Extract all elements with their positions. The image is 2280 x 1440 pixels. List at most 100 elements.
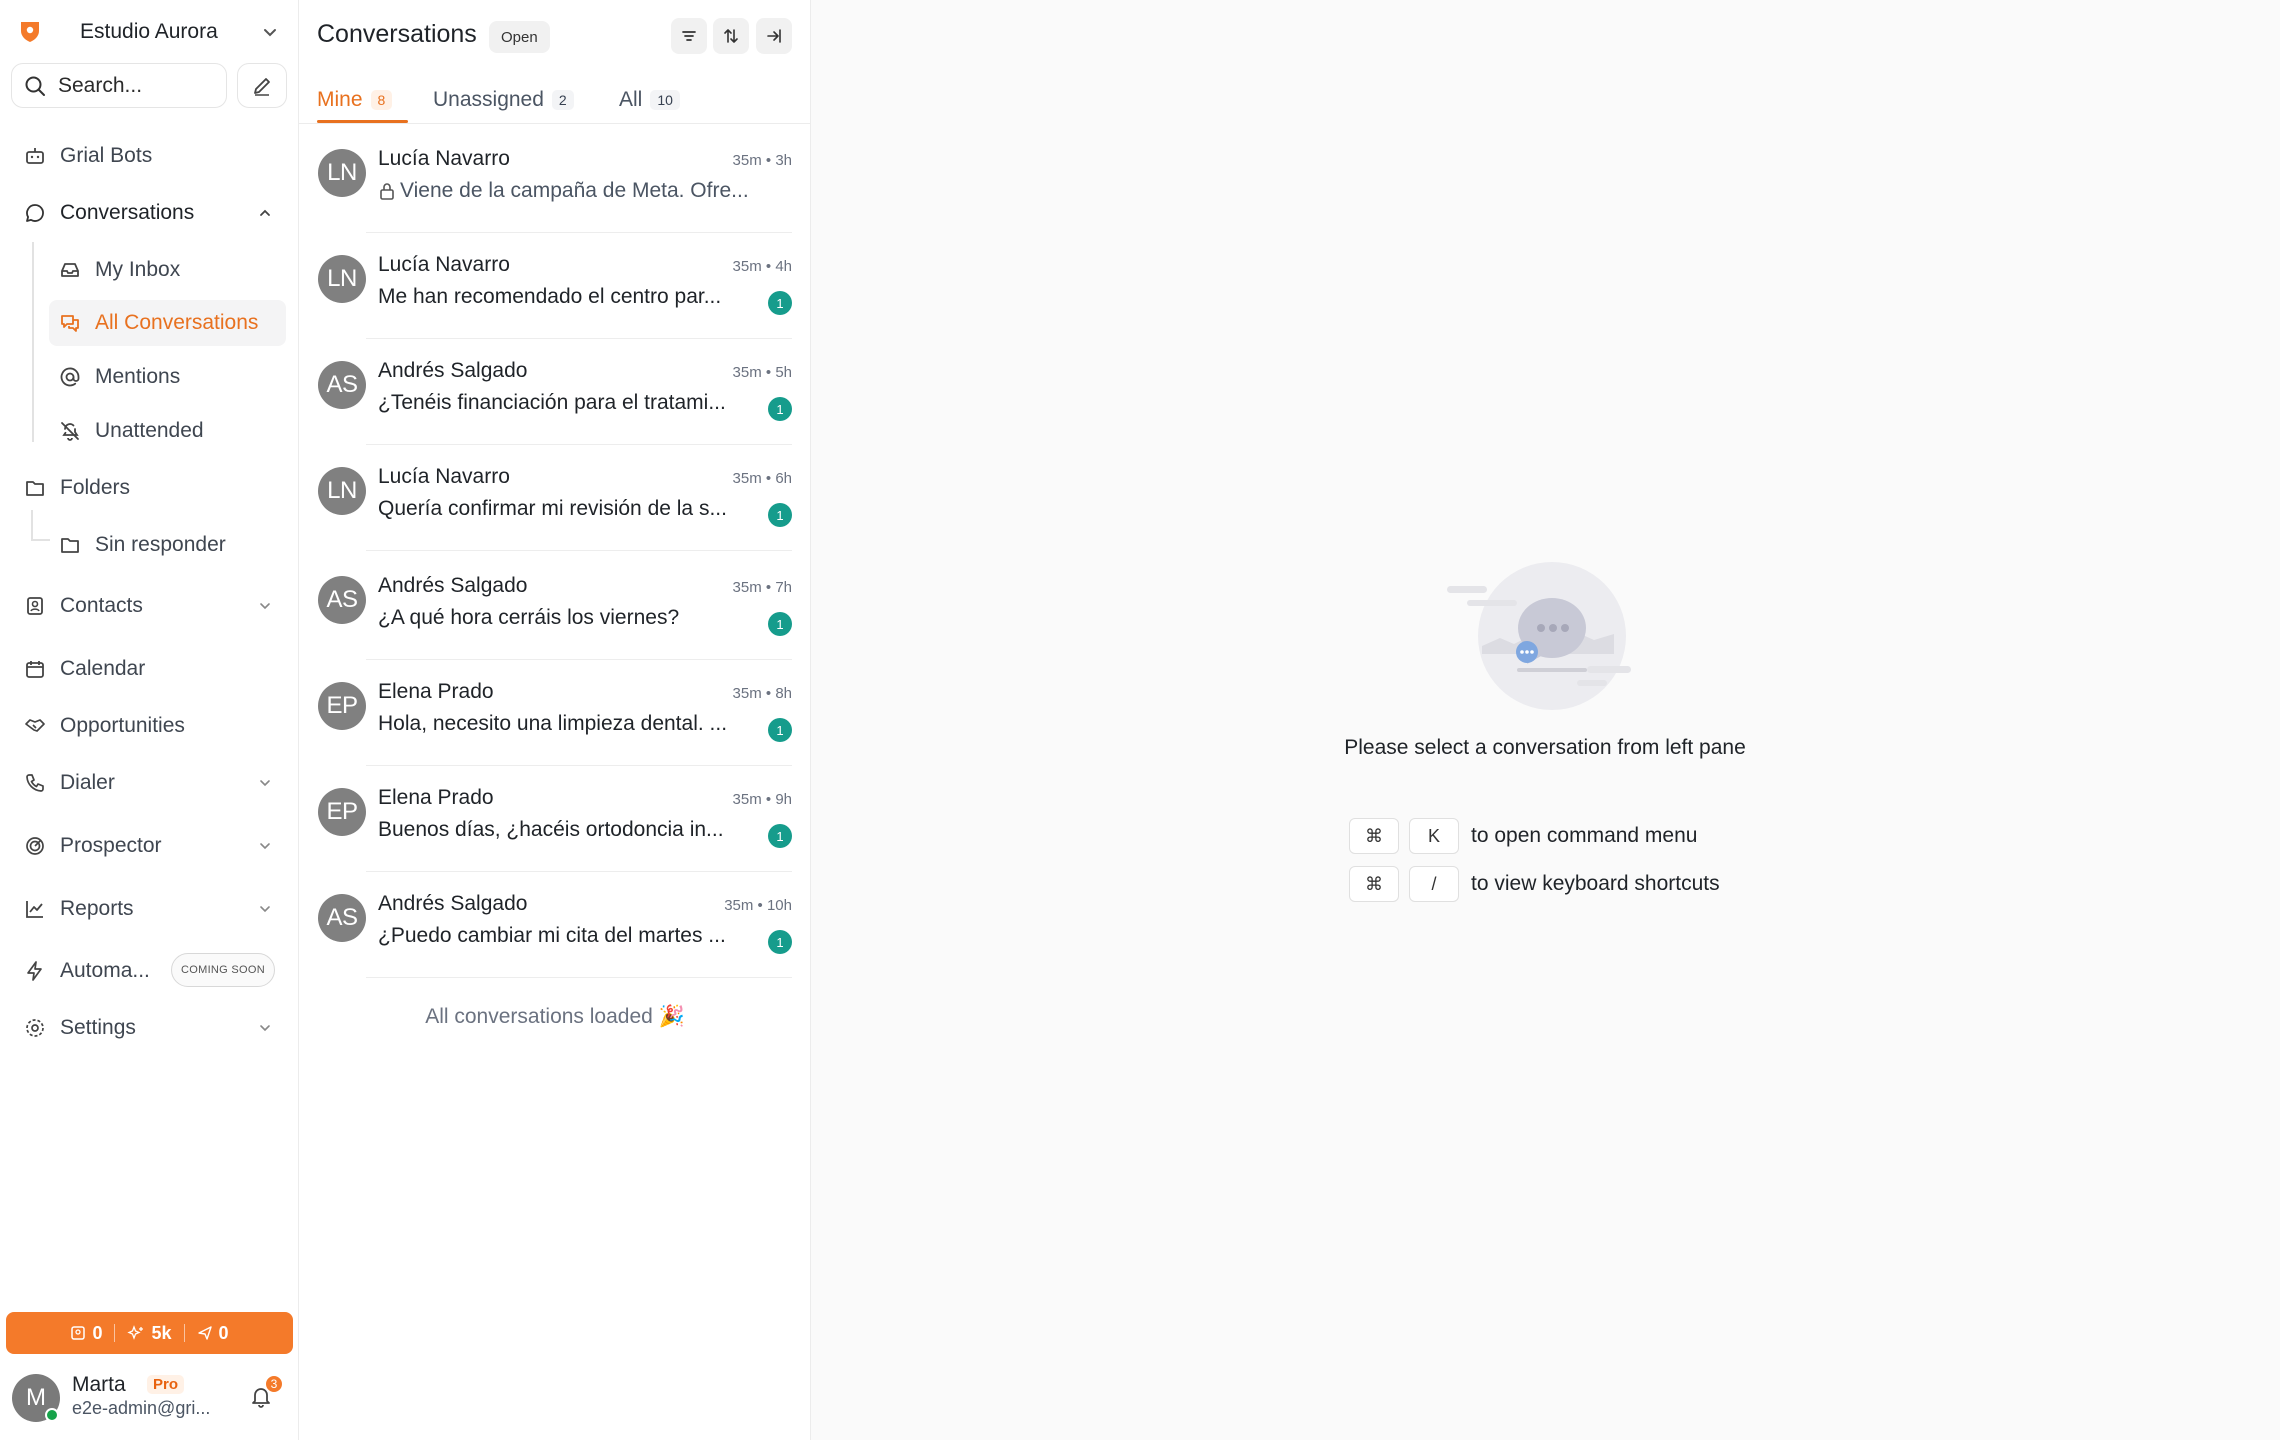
conversation-preview: Buenos días, ¿hacéis ortodoncia in... [378, 818, 724, 841]
workspace-switcher[interactable]: Estudio Aurora [18, 14, 286, 50]
tab-label: Mine [317, 88, 363, 111]
tab-mine[interactable]: Mine 8 [317, 80, 393, 120]
nav-calendar[interactable]: Calendar [22, 649, 145, 689]
conversation-row[interactable]: AS Andrés Salgado 35m • 7h ¿A qué hora cerr… [299, 554, 811, 660]
nav-conversations[interactable]: Conversations [22, 193, 194, 233]
nav-label: Grial Bots [60, 144, 153, 167]
conversation-time: 35m • 7h [732, 579, 792, 596]
unread-count-badge: 1 [768, 612, 792, 636]
conversation-preview: Hola, necesito una limpieza dental. ... [378, 712, 728, 735]
chevron-down-icon[interactable] [256, 1019, 274, 1037]
contact-name: Andrés Salgado [378, 892, 528, 915]
nav-reports[interactable]: Reports [22, 889, 134, 929]
conversation-row[interactable]: LN Lucía Navarro 35m • 6h Quería confirmar … [299, 445, 811, 551]
nav-contacts[interactable]: Contacts [22, 586, 143, 626]
chevron-down-icon[interactable] [256, 774, 274, 792]
tab-all[interactable]: All 10 [619, 80, 680, 120]
phone-icon [22, 770, 48, 796]
nav-label: Dialer [60, 771, 115, 794]
tree-line [32, 242, 34, 442]
conversation-list-panel: Conversations Open Mine 8 Unassigned 2 A… [299, 0, 811, 1440]
lightning-icon [22, 958, 48, 984]
shortcut-description: to open command menu [1471, 824, 1698, 847]
conversation-tabs: Mine 8 Unassigned 2 All 10 [299, 74, 811, 124]
chevron-up-icon[interactable] [256, 204, 274, 222]
plan-badge: Pro [147, 1375, 185, 1394]
nav-dialer[interactable]: Dialer [22, 763, 115, 803]
nav-label: Contacts [60, 594, 143, 617]
conversation-preview: ¿Tenéis financiación para el tratami... [378, 391, 726, 414]
nav-folders[interactable]: Folders [22, 468, 130, 508]
conversation-time: 35m • 4h [732, 258, 792, 275]
nav-automations[interactable]: Automa... [22, 951, 150, 991]
avatar: EP [318, 788, 366, 836]
empty-state-message: Please select a conversation from left p… [1344, 736, 1746, 759]
conversation-row[interactable]: LN Lucía Navarro 35m • 4h Me han recomendad… [299, 233, 811, 339]
contact-name: Andrés Salgado [378, 574, 528, 597]
conversation-row[interactable]: AS Andrés Salgado 35m • 10h ¿Puedo cambiar … [299, 872, 811, 978]
collapse-panel-button[interactable] [756, 18, 792, 54]
search-input[interactable]: Search... [11, 63, 227, 108]
conversation-time: 35m • 9h [732, 791, 792, 808]
lock-icon [380, 183, 394, 200]
nav-label: Unattended [95, 419, 204, 442]
conversation-row[interactable]: EP Elena Prado 35m • 8h Hola, necesito una … [299, 660, 811, 766]
nav-label: All Conversations [95, 311, 259, 334]
nav-folder-sin-responder[interactable]: Sin responder [57, 525, 226, 565]
bot-icon [22, 143, 48, 169]
user-profile[interactable]: M Marta Pro e2e-admin@gri... 3 [12, 1370, 292, 1426]
tab-unassigned[interactable]: Unassigned 2 [433, 80, 574, 120]
inbox-icon [57, 257, 83, 283]
unread-count-badge: 1 [768, 503, 792, 527]
shortcut-key: K [1409, 818, 1459, 854]
tab-count: 2 [551, 90, 574, 110]
conversation-row[interactable]: EP Elena Prado 35m • 9h Buenos días, ¿hacéi… [299, 766, 811, 872]
nav-label: Calendar [60, 657, 146, 680]
filter-icon [682, 31, 696, 41]
chevron-down-icon[interactable] [256, 837, 274, 855]
send-icon [197, 1326, 212, 1340]
search-placeholder: Search... [58, 73, 143, 97]
nav-prospector[interactable]: Prospector [22, 826, 162, 866]
avatar: EP [318, 682, 366, 730]
nav-opportunities[interactable]: Opportunities [22, 706, 185, 746]
conversation-preview: Me han recomendado el centro par... [378, 285, 722, 308]
unread-count-badge: 1 [768, 397, 792, 421]
calendar-icon [22, 656, 48, 682]
nav-settings[interactable]: Settings [22, 1008, 136, 1048]
nav-mentions[interactable]: Mentions [57, 357, 180, 397]
conversation-time: 35m • 6h [732, 470, 792, 487]
compose-button[interactable] [237, 63, 287, 108]
nav-unattended[interactable]: Unattended [57, 411, 204, 451]
chevron-down-icon[interactable] [256, 597, 274, 615]
contact-name: Lucía Navarro [378, 253, 510, 276]
nav-label: Conversations [60, 201, 195, 224]
nav-label: Sin responder [95, 533, 226, 556]
tree-connector [31, 510, 50, 541]
radar-icon [22, 833, 48, 859]
workspace-name: Estudio Aurora [80, 20, 218, 43]
conversation-time: 35m • 3h [732, 152, 792, 169]
avatar: LN [318, 467, 366, 515]
nav-grial-bots[interactable]: Grial Bots [22, 136, 152, 176]
tab-label: Unassigned [433, 88, 544, 111]
avatar: LN [318, 255, 366, 303]
usage-bar[interactable]: 0 5k 0 [6, 1312, 293, 1354]
sort-button[interactable] [713, 18, 749, 54]
contact-name: Elena Prado [378, 680, 494, 703]
chevron-down-icon[interactable] [256, 900, 274, 918]
conversation-row[interactable]: AS Andrés Salgado 35m • 5h ¿Tenéis financia… [299, 339, 811, 445]
active-tab-indicator [317, 120, 408, 123]
status-filter-pill[interactable]: Open [489, 21, 550, 53]
nav-all-conversations[interactable]: All Conversations [57, 303, 258, 343]
conversation-row[interactable]: LN Lucía Navarro 35m • 3h Viene de la campa… [299, 127, 811, 233]
tab-count: 10 [650, 90, 680, 110]
nav-label: Opportunities [60, 714, 185, 737]
nav-my-inbox[interactable]: My Inbox [57, 250, 180, 290]
folder-icon [22, 475, 48, 501]
nav-label: Mentions [95, 365, 181, 388]
chats-icon [57, 310, 83, 336]
empty-conversation-illustration [1447, 562, 1631, 710]
conversation-time: 35m • 8h [732, 685, 792, 702]
filter-button[interactable] [671, 18, 707, 54]
